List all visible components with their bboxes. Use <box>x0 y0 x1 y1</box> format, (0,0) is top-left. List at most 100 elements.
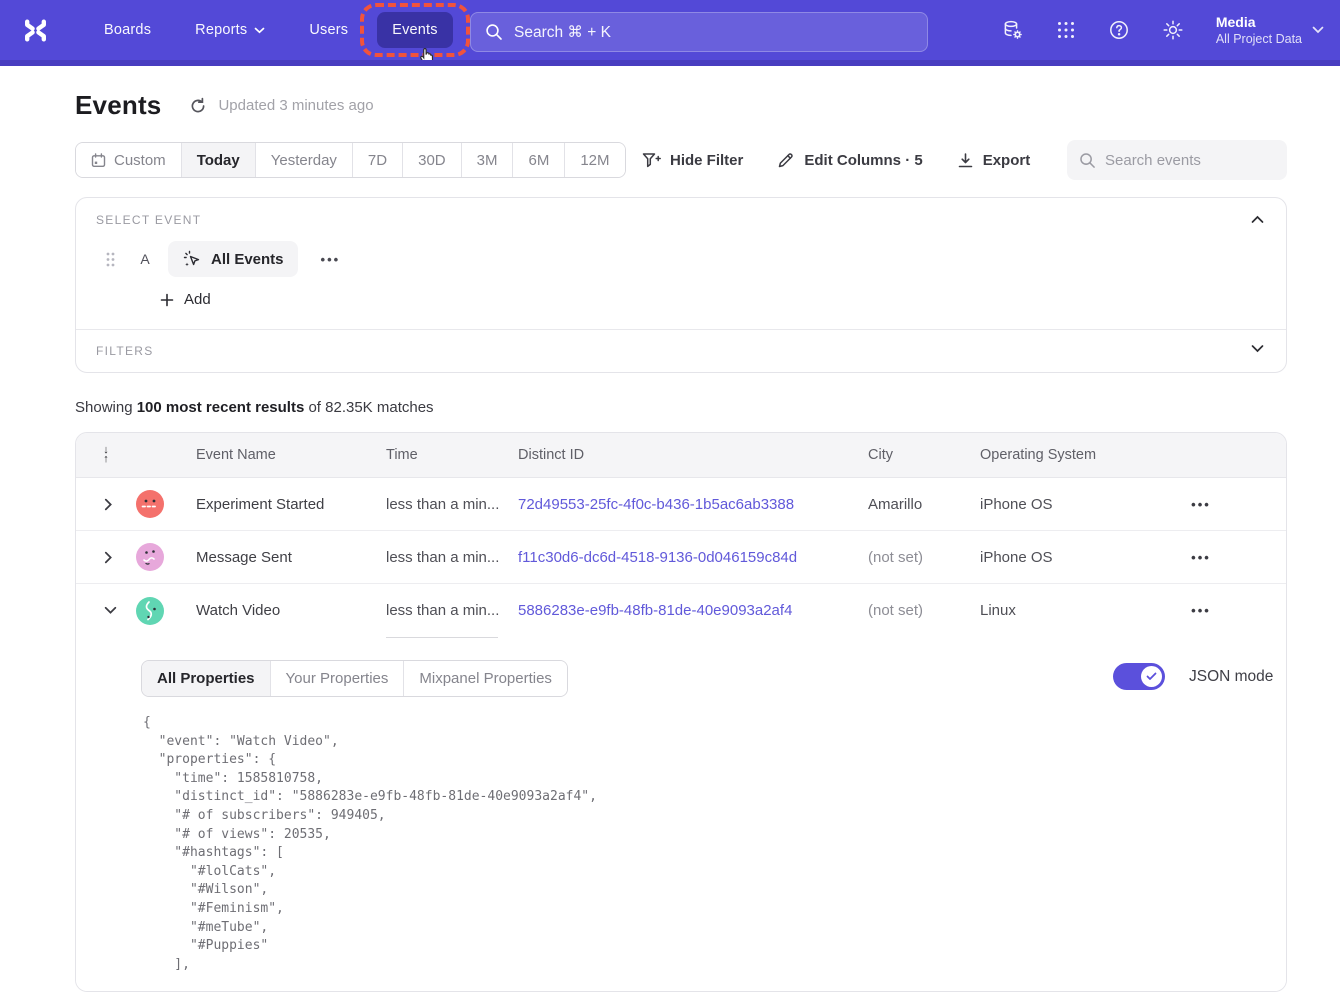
table-row-expanded: Watch Video less than a min... 5886283e-… <box>76 584 1286 637</box>
search-icon <box>1079 152 1096 169</box>
tab-your-properties[interactable]: Your Properties <box>270 661 404 696</box>
chevron-down-icon <box>254 27 265 34</box>
add-event-button[interactable]: Add <box>160 291 211 308</box>
results-count: 100 most recent results <box>137 399 305 416</box>
plus-icon <box>160 293 174 307</box>
refresh-button[interactable] <box>189 97 207 115</box>
collapse-row-icon[interactable] <box>100 602 136 619</box>
column-header-distinct-id[interactable]: Distinct ID <box>504 447 854 463</box>
date-option-label: 30D <box>418 152 446 169</box>
tab-mixpanel-properties[interactable]: Mixpanel Properties <box>403 661 567 696</box>
export-label: Export <box>983 152 1031 169</box>
collapse-select-event-button[interactable] <box>1247 211 1268 228</box>
event-city: (not set) <box>854 602 966 619</box>
event-name: Watch Video <box>182 602 372 619</box>
column-header-city[interactable]: City <box>854 447 966 463</box>
table-header-row: ↓↑ Event Name Time Distinct ID City Oper… <box>76 433 1286 478</box>
tab-all-properties[interactable]: All Properties <box>142 661 270 696</box>
nav-item-label: Users <box>309 22 348 38</box>
search-icon <box>485 23 503 41</box>
event-city: (not set) <box>854 549 966 566</box>
column-header-time[interactable]: Time <box>372 447 504 463</box>
nav-item-users[interactable]: Users <box>294 12 363 48</box>
property-tabs: All Properties Your Properties Mixpanel … <box>141 660 568 697</box>
project-text: Media All Project Data <box>1216 13 1302 47</box>
nav-item-reports[interactable]: Reports <box>180 12 280 48</box>
last-updated-text: Updated 3 minutes ago <box>218 97 373 114</box>
data-management-icon[interactable] <box>1002 19 1024 41</box>
apps-grid-icon[interactable] <box>1056 20 1076 40</box>
event-avatar <box>136 543 164 571</box>
column-header-os[interactable]: Operating System <box>966 447 1116 463</box>
date-option-label: 7D <box>368 152 387 169</box>
distinct-id-link[interactable]: 72d49553-25fc-4f0c-b436-1b5ac6ab3388 <box>504 496 854 513</box>
drag-handle[interactable] <box>106 252 115 267</box>
event-row-more-button[interactable]: ••• <box>315 248 347 271</box>
date-option-label: 6M <box>528 152 549 169</box>
event-os: iPhone OS <box>966 496 1116 513</box>
global-search[interactable]: Search ⌘ + K <box>470 12 928 52</box>
column-header-event-name[interactable]: Event Name <box>182 447 372 463</box>
event-avatar <box>136 597 164 625</box>
results-suffix: of 82.35K matches <box>304 399 433 416</box>
date-option-label: Custom <box>114 152 166 169</box>
events-search-input[interactable] <box>1105 152 1265 169</box>
collapse-all-rows-icon[interactable]: ↓↑ <box>98 446 114 464</box>
date-option-label: 3M <box>477 152 498 169</box>
results-prefix: Showing <box>75 399 137 416</box>
event-os: iPhone OS <box>966 549 1116 566</box>
expand-row-icon[interactable] <box>100 547 136 568</box>
edit-columns-button[interactable]: Edit Columns · 5 <box>777 151 922 169</box>
date-option-today[interactable]: Today <box>181 143 255 177</box>
date-option-yesterday[interactable]: Yesterday <box>255 143 352 177</box>
distinct-id-link[interactable]: 5886283e-e9fb-48fb-81de-40e9093a2af4 <box>504 602 854 619</box>
event-time: less than a min... <box>372 602 504 619</box>
json-mode-label: JSON mode <box>1189 668 1273 686</box>
date-range-picker: Custom Today Yesterday 7D 30D 3M 6M 12M <box>75 142 626 178</box>
date-option-12m[interactable]: 12M <box>564 143 624 177</box>
date-option-7d[interactable]: 7D <box>352 143 402 177</box>
export-button[interactable]: Export <box>957 152 1031 169</box>
date-option-label: 12M <box>580 152 609 169</box>
table-row: Message Sent less than a min... f11c30d6… <box>76 531 1286 584</box>
project-scope: All Project Data <box>1216 31 1302 47</box>
event-row-letter: A <box>137 251 153 267</box>
chevron-down-icon <box>1251 344 1264 353</box>
page-title: Events <box>75 90 161 121</box>
mixpanel-logo-icon[interactable] <box>22 19 49 42</box>
hide-filter-label: Hide Filter <box>670 152 743 169</box>
settings-gear-icon[interactable] <box>1162 19 1184 41</box>
divider <box>386 637 498 638</box>
event-selector-button[interactable]: All Events <box>168 241 298 277</box>
toggle-knob <box>1141 666 1162 687</box>
pencil-icon <box>777 151 795 169</box>
events-search-box <box>1067 140 1287 180</box>
filters-label: FILTERS <box>96 344 154 358</box>
project-selector[interactable]: Media All Project Data <box>1216 13 1324 47</box>
date-option-30d[interactable]: 30D <box>402 143 461 177</box>
event-detail-panel: All Properties Your Properties Mixpanel … <box>76 637 1286 992</box>
nav-item-events[interactable]: Events <box>377 12 453 48</box>
date-option-3m[interactable]: 3M <box>461 143 513 177</box>
filter-icon <box>642 152 661 169</box>
expand-filters-button[interactable] <box>1247 340 1268 357</box>
date-option-custom[interactable]: Custom <box>76 143 181 177</box>
chevron-up-icon <box>1251 215 1264 224</box>
distinct-id-link[interactable]: f11c30d6-dc6d-4518-9136-0d046159c84d <box>504 549 854 566</box>
json-mode-toggle[interactable] <box>1113 663 1165 690</box>
card-divider <box>76 329 1286 330</box>
event-avatar <box>136 490 164 518</box>
expand-row-icon[interactable] <box>100 494 136 515</box>
row-more-button[interactable]: ••• <box>1183 546 1219 569</box>
date-option-6m[interactable]: 6M <box>512 143 564 177</box>
help-icon[interactable] <box>1108 19 1130 41</box>
row-more-button[interactable]: ••• <box>1183 599 1219 622</box>
hide-filter-button[interactable]: Hide Filter <box>642 152 743 169</box>
row-more-button[interactable]: ••• <box>1183 493 1219 516</box>
event-json-content: { "event": "Watch Video", "properties": … <box>143 714 597 974</box>
nav-item-label: Events <box>392 22 438 38</box>
nav-bottom-strip <box>0 60 1340 66</box>
tab-label: Mixpanel Properties <box>419 670 552 687</box>
nav-item-boards[interactable]: Boards <box>89 12 166 48</box>
date-option-label: Yesterday <box>271 152 337 169</box>
